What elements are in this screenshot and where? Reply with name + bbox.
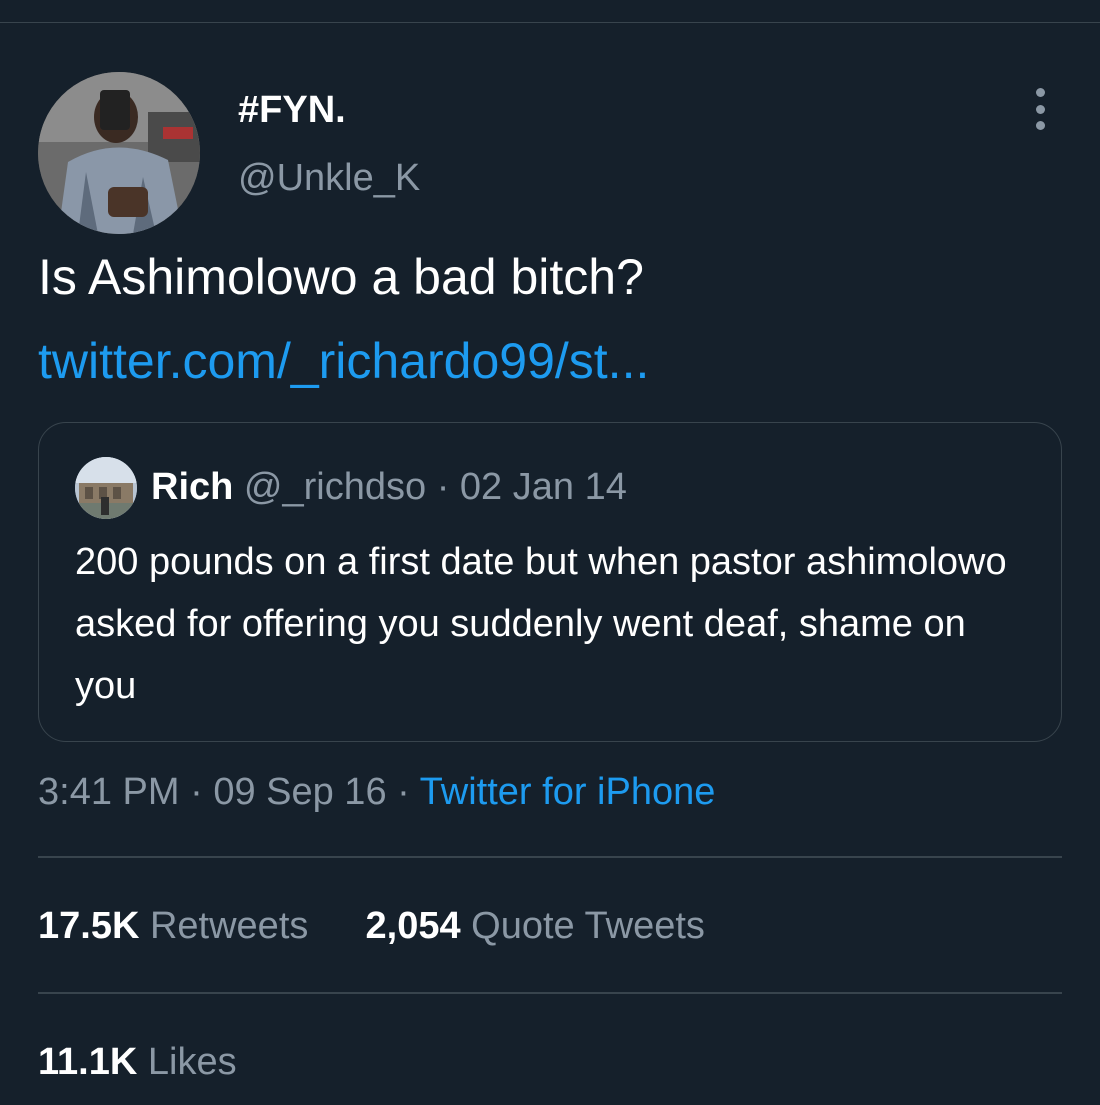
more-dot	[1035, 88, 1045, 97]
divider	[38, 856, 1062, 858]
separator-dot: ·	[190, 771, 203, 813]
quote-tweets-count: 2,054	[365, 905, 461, 947]
top-divider	[0, 22, 1100, 23]
author-display-name[interactable]: #FYN.	[238, 88, 346, 132]
author-handle[interactable]: @Unkle_K	[238, 156, 420, 200]
more-dot	[1035, 104, 1045, 114]
retweets-count: 17.5K	[38, 905, 140, 947]
tweet-time[interactable]: 3:41 PM	[38, 771, 180, 813]
likes-label: Likes	[147, 1041, 237, 1083]
separator-dot: ·	[436, 466, 450, 508]
quoted-author-name[interactable]: Rich	[151, 466, 233, 508]
separator-dot: ·	[397, 771, 410, 813]
more-vertical-icon[interactable]	[1022, 88, 1058, 130]
quote-tweets-label: Quote Tweets	[471, 905, 705, 947]
quote-tweets-stat[interactable]: 2,054 Quote Tweets	[366, 905, 705, 947]
retweets-label: Retweets	[149, 905, 309, 947]
likes-stat[interactable]: 11.1K Likes	[38, 1036, 237, 1088]
quoted-tweet-card[interactable]: Rich @_richdso · 02 Jan 14 200 pounds on…	[38, 422, 1062, 742]
likes-count: 11.1K	[38, 1041, 138, 1083]
tweet-text: Is Ashimolowo a bad bitch?	[38, 249, 644, 305]
quoted-tweet-date[interactable]: 02 Jan 14	[460, 466, 627, 508]
tweet-link[interactable]: twitter.com/_richardo99/st...	[38, 330, 649, 392]
quoted-author-handle[interactable]: @_richdso	[244, 466, 426, 508]
quoted-tweet-header: Rich @_richdso · 02 Jan 14	[151, 463, 627, 511]
more-dot	[1035, 121, 1045, 130]
tweet-date[interactable]: 09 Sep 16	[213, 771, 386, 813]
engagement-stats: 17.5K Retweets 2,054 Quote Tweets	[38, 900, 705, 952]
user-avatar-photo-icon	[75, 457, 137, 519]
retweets-stat[interactable]: 17.5K Retweets	[38, 905, 319, 947]
user-avatar-photo-icon	[38, 72, 200, 234]
tweet-source-link[interactable]: Twitter for iPhone	[420, 771, 716, 813]
author-avatar[interactable]	[38, 72, 200, 234]
quoted-author-avatar[interactable]	[75, 457, 137, 519]
quoted-tweet-text: 200 pounds on a first date but when past…	[75, 541, 1007, 707]
tweet-meta: 3:41 PM · 09 Sep 16 · Twitter for iPhone	[38, 766, 715, 818]
divider	[38, 992, 1062, 994]
